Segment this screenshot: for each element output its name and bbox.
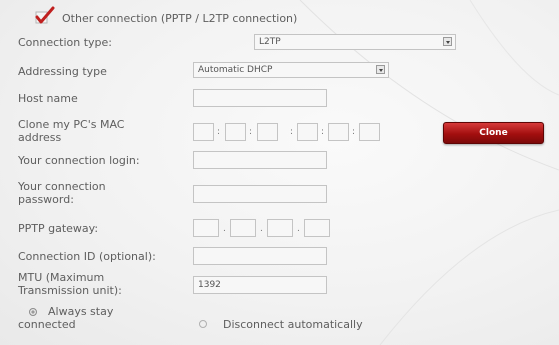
password-label-line2: password: [18,193,74,206]
mac-separator: : [217,127,221,137]
chevron-down-icon[interactable] [376,65,385,74]
always-stay-radio[interactable] [29,308,37,316]
always-stay-option[interactable]: Always stay connected [18,304,158,340]
other-connection-label: Other connection (PPTP / L2TP connection… [62,12,298,25]
login-input[interactable] [193,151,327,169]
mtu-label-line2: Transmission unit): [18,284,122,297]
connection-type-value: L2TP [259,37,281,47]
connection-type-select[interactable]: L2TP [254,34,456,50]
clone-mac-label-line2: address [18,131,62,144]
connection-id-input[interactable] [193,247,327,265]
always-stay-label-line2: connected [18,318,76,331]
addressing-type-select[interactable]: Automatic DHCP [193,62,389,78]
host-name-label: Host name [18,92,78,105]
mac-separator: : [249,127,253,137]
gateway-octet-1[interactable] [193,219,219,237]
gateway-separator: . [223,224,226,234]
clone-mac-label-line1: Clone my PC's MAC [18,118,125,131]
mac-octet-6[interactable] [359,123,380,141]
clone-button[interactable]: Clone [443,122,544,144]
password-label-line1: Your connection [18,180,106,193]
password-input[interactable] [193,185,327,203]
gateway-octet-3[interactable] [267,219,293,237]
mtu-label-line1: MTU (Maximum [18,271,105,284]
connection-id-label: Connection ID (optional): [18,250,156,263]
mac-octet-1[interactable] [193,123,214,141]
mac-octet-5[interactable] [328,123,349,141]
mac-separator: : [352,127,356,137]
pptp-gateway-label: PPTP gateway: [18,222,99,235]
addressing-type-label: Addressing type [18,65,107,78]
mac-separator: : [290,127,294,137]
mtu-input[interactable]: 1392 [193,276,327,294]
gateway-separator: . [260,224,263,234]
mac-separator: : [321,127,325,137]
gateway-octet-2[interactable] [230,219,256,237]
host-name-input[interactable] [193,89,327,107]
gateway-separator: . [297,224,300,234]
addressing-type-value: Automatic DHCP [198,65,273,75]
other-connection-option[interactable]: Other connection (PPTP / L2TP connection… [34,6,354,26]
disconnect-auto-radio[interactable] [199,320,207,328]
always-stay-label-line1: Always stay [48,305,114,318]
mac-octet-2[interactable] [225,123,246,141]
connection-type-label: Connection type: [18,36,113,49]
gateway-octet-4[interactable] [304,219,330,237]
disconnect-auto-label: Disconnect automatically [223,318,363,331]
mac-octet-3[interactable] [257,123,278,141]
chevron-down-icon[interactable] [443,37,452,46]
mac-octet-4[interactable] [297,123,318,141]
checkmark-icon[interactable] [34,6,56,26]
login-label: Your connection login: [18,154,140,167]
disconnect-auto-option[interactable]: Disconnect automatically [197,317,397,333]
